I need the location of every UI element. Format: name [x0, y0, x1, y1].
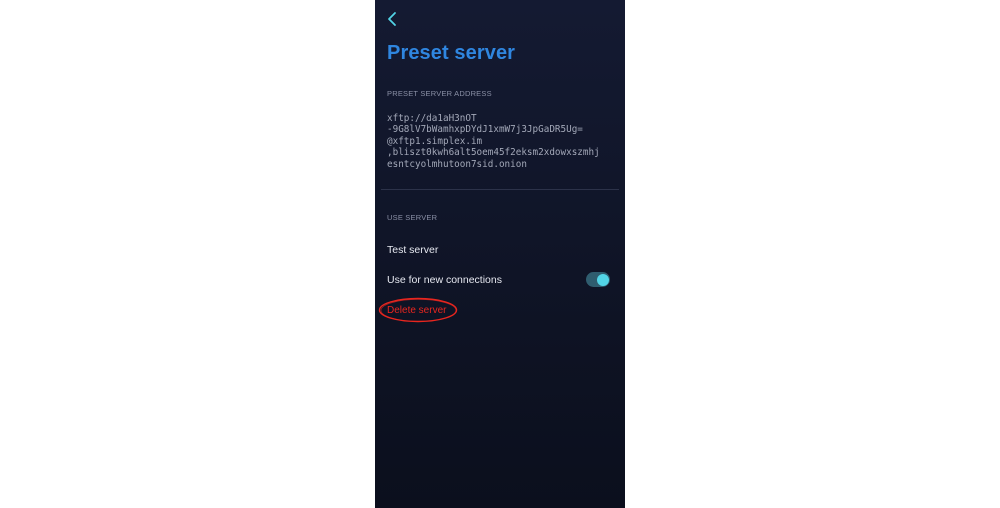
address-line: ,bliszt0kwh6alt5oem45f2eksm2xdowxszmhj — [387, 147, 600, 159]
address-line: xftp://da1aH3nOT — [387, 113, 477, 124]
use-server-label: USE SERVER — [387, 213, 438, 222]
test-server-button[interactable]: Test server — [387, 244, 438, 256]
address-line: esntcyolmhutoon7sid.onion — [387, 158, 527, 170]
toggle-knob — [597, 273, 609, 286]
section-divider — [381, 189, 619, 190]
chevron-left-icon — [388, 12, 396, 26]
page-title: Preset server — [387, 42, 516, 64]
phone-screen: Preset server PRESET SERVER ADDRESS xftp… — [375, 0, 625, 508]
back-button[interactable] — [385, 10, 401, 28]
delete-server-button[interactable]: Delete server — [387, 305, 446, 316]
preset-server-address-label: PRESET SERVER ADDRESS — [387, 89, 492, 98]
server-address-text: xftp://da1aH3nOT -9G8lV7bWamhxpDYdJ1xmW7j… — [387, 113, 617, 170]
address-line: -9G8lV7bWamhxpDYdJ1xmW7j3JpGaDR5Ug= — [387, 124, 583, 136]
use-for-new-connections-toggle[interactable] — [586, 272, 610, 287]
use-for-new-connections-label: Use for new connections — [387, 274, 502, 286]
address-line: @xftp1.simplex.im — [387, 135, 483, 147]
